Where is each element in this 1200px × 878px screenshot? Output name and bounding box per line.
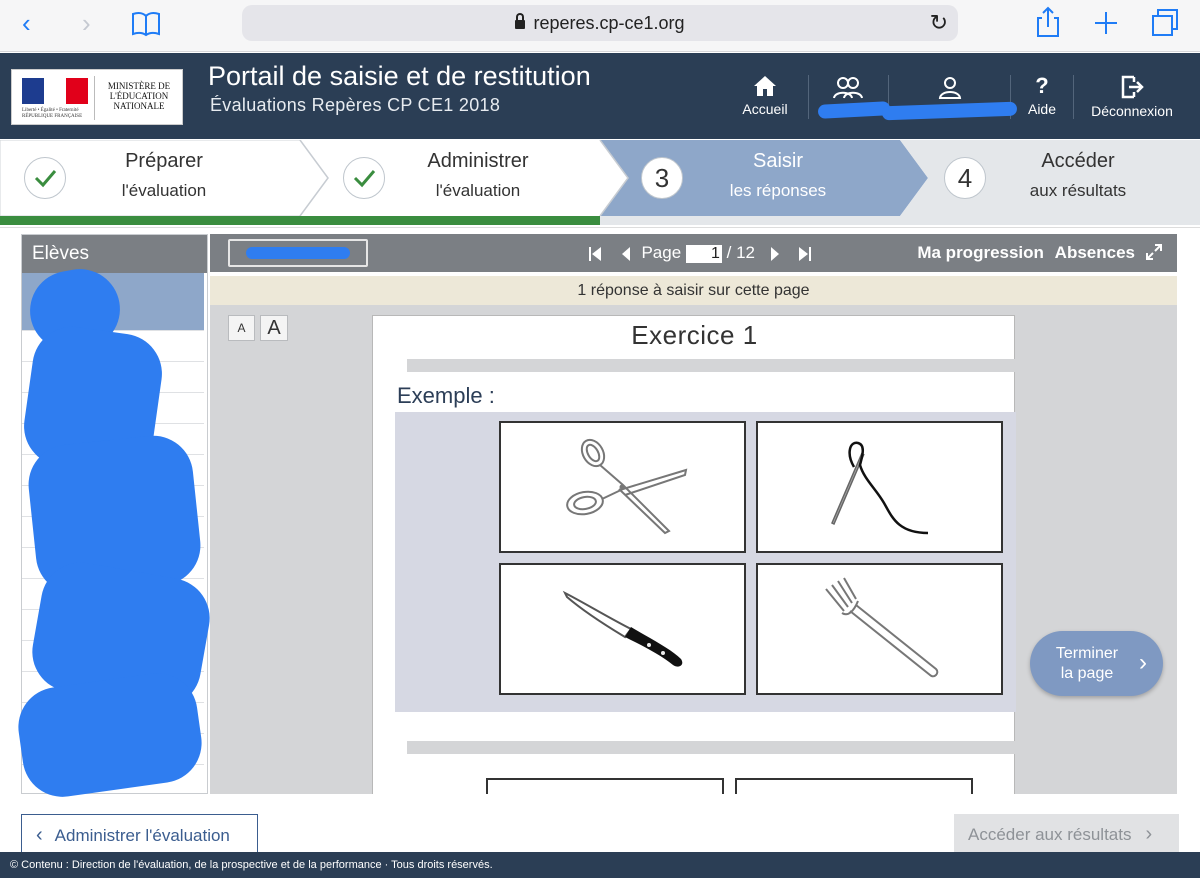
exercise-title: Exercice 1 bbox=[631, 320, 758, 350]
chevron-left-icon: ‹ bbox=[36, 824, 43, 846]
footer: © Contenu : Direction de l'évaluation, d… bbox=[0, 852, 1200, 878]
nav-logout-label: Déconnexion bbox=[1091, 103, 1173, 119]
step-2[interactable]: Administrer l'évaluation bbox=[300, 140, 600, 216]
fork-icon bbox=[825, 577, 939, 678]
logo-motto: Liberté • Égalité • Fraternité RÉPUBLIQU… bbox=[22, 108, 83, 119]
logout-icon bbox=[1121, 75, 1144, 99]
nav-home-label: Accueil bbox=[742, 101, 788, 117]
step-3-number: 3 bbox=[641, 157, 683, 199]
step-4-number: 4 bbox=[944, 157, 986, 199]
knife-icon bbox=[562, 590, 683, 667]
user-icon bbox=[938, 77, 962, 99]
step-2-subtitle: l'évaluation bbox=[435, 181, 521, 200]
divider bbox=[407, 741, 1016, 754]
new-tab-icon[interactable] bbox=[1094, 11, 1118, 35]
step-2-title: Administrer bbox=[427, 150, 529, 172]
step-1-title: Préparer bbox=[125, 150, 203, 172]
scissors-icon bbox=[566, 438, 688, 535]
exercise-page: Exercice 1 Exemple : bbox=[372, 315, 1016, 794]
help-icon: ? bbox=[1035, 73, 1049, 98]
step-4-title: Accéder bbox=[1041, 150, 1115, 172]
page-label: Page bbox=[641, 243, 682, 262]
students-panel-title: Elèves bbox=[22, 235, 207, 273]
step-2-check-icon bbox=[343, 157, 385, 199]
nav-help[interactable]: ? Aide bbox=[1020, 53, 1064, 139]
pager: Page / 12 bbox=[588, 234, 812, 272]
step-3[interactable]: 3 Saisir les réponses bbox=[600, 140, 900, 216]
step-1-subtitle: l'évaluation bbox=[121, 181, 207, 200]
chevron-right-icon: › bbox=[1145, 823, 1153, 845]
next-page-icon[interactable] bbox=[768, 246, 782, 262]
redaction-mark bbox=[881, 101, 1018, 121]
go-to-results-button[interactable]: Accéder aux résultats › bbox=[954, 814, 1179, 856]
work-area: A A Exercice 1 Exemple : bbox=[210, 305, 1177, 794]
redaction-mark bbox=[817, 101, 891, 119]
step-4[interactable]: 4 Accéder aux résultats bbox=[900, 140, 1200, 216]
page-total: / 12 bbox=[726, 243, 755, 262]
class-group-icon bbox=[833, 77, 863, 99]
finish-page-button[interactable]: Terminer la page › bbox=[1030, 631, 1163, 696]
app-subtitle: Évaluations Repères CP CE1 2018 bbox=[210, 95, 501, 115]
back-icon[interactable]: ‹ bbox=[22, 10, 31, 36]
bookmarks-icon[interactable] bbox=[131, 11, 161, 37]
divider bbox=[407, 359, 1016, 372]
progress-bar bbox=[0, 216, 1200, 225]
font-larger-button[interactable]: A bbox=[260, 315, 288, 341]
example-label: Exemple : bbox=[397, 383, 495, 408]
page-number-input[interactable] bbox=[685, 244, 722, 263]
chevron-right-icon: › bbox=[1139, 649, 1147, 676]
url-text: reperes.cp-ce1.org bbox=[533, 13, 685, 33]
logo-ministry-text: MINISTÈRE DE L'ÉDUCATION NATIONALE bbox=[107, 81, 171, 111]
last-page-icon[interactable] bbox=[798, 246, 812, 262]
home-icon bbox=[754, 76, 776, 96]
back-button-label: Administrer l'évaluation bbox=[54, 826, 230, 845]
font-smaller-button[interactable]: A bbox=[228, 315, 255, 341]
step-1-check-icon bbox=[24, 157, 66, 199]
answers-banner: 1 réponse à saisir sur cette page bbox=[210, 276, 1177, 305]
address-bar[interactable]: reperes.cp-ce1.org ↻ bbox=[242, 5, 958, 41]
nav-account[interactable] bbox=[920, 53, 980, 139]
redaction-mark bbox=[246, 247, 350, 259]
french-flag-icon bbox=[22, 78, 88, 104]
lock-icon bbox=[515, 13, 526, 29]
previous-page-icon[interactable] bbox=[619, 246, 633, 262]
step-3-subtitle: les réponses bbox=[729, 181, 827, 200]
finish-page-line2: la page bbox=[1060, 665, 1114, 682]
app-header: Liberté • Égalité • Fraternité RÉPUBLIQU… bbox=[0, 53, 1200, 139]
needle-thread-icon bbox=[831, 441, 929, 535]
share-icon[interactable] bbox=[1036, 6, 1060, 38]
page-toolbar: Page / 12 Ma progression Absences bbox=[210, 234, 1177, 272]
nav-home[interactable]: Accueil bbox=[735, 53, 795, 139]
tabs-overview-icon[interactable] bbox=[1151, 9, 1179, 37]
app-title: Portail de saisie et de restitution bbox=[208, 61, 591, 91]
nav-class[interactable] bbox=[822, 53, 874, 139]
ministry-logo: Liberté • Égalité • Fraternité RÉPUBLIQU… bbox=[11, 69, 183, 125]
step-4-subtitle: aux résultats bbox=[1029, 181, 1127, 200]
nav-logout[interactable]: Déconnexion bbox=[1086, 53, 1178, 139]
image-cell[interactable] bbox=[499, 563, 746, 695]
reload-icon[interactable]: ↻ bbox=[930, 5, 948, 41]
workflow-stepper: Préparer l'évaluation Administrer l'éval… bbox=[0, 140, 1200, 228]
image-cell[interactable] bbox=[756, 421, 1003, 553]
my-progress-link[interactable]: Ma progression bbox=[917, 243, 1044, 262]
next-button-label: Accéder aux résultats bbox=[968, 825, 1132, 844]
first-page-icon[interactable] bbox=[588, 246, 602, 262]
step-1[interactable]: Préparer l'évaluation bbox=[0, 140, 300, 216]
expand-icon[interactable] bbox=[1145, 243, 1163, 261]
browser-toolbar: ‹ › reperes.cp-ce1.org ↻ bbox=[0, 0, 1200, 52]
back-to-administer-button[interactable]: ‹ Administrer l'évaluation bbox=[21, 814, 258, 856]
image-cell[interactable] bbox=[735, 778, 973, 794]
nav-help-label: Aide bbox=[1027, 101, 1057, 117]
example-box bbox=[395, 412, 1016, 712]
forward-icon[interactable]: › bbox=[82, 10, 91, 36]
image-cell[interactable] bbox=[756, 563, 1003, 695]
toolbar-links: Ma progression Absences bbox=[917, 234, 1135, 272]
finish-page-line1: Terminer bbox=[1055, 645, 1119, 662]
progress-bar-fill bbox=[0, 216, 600, 225]
step-3-title: Saisir bbox=[752, 150, 803, 172]
image-cell[interactable] bbox=[486, 778, 724, 794]
absences-link[interactable]: Absences bbox=[1055, 243, 1135, 262]
image-cell[interactable] bbox=[499, 421, 746, 553]
